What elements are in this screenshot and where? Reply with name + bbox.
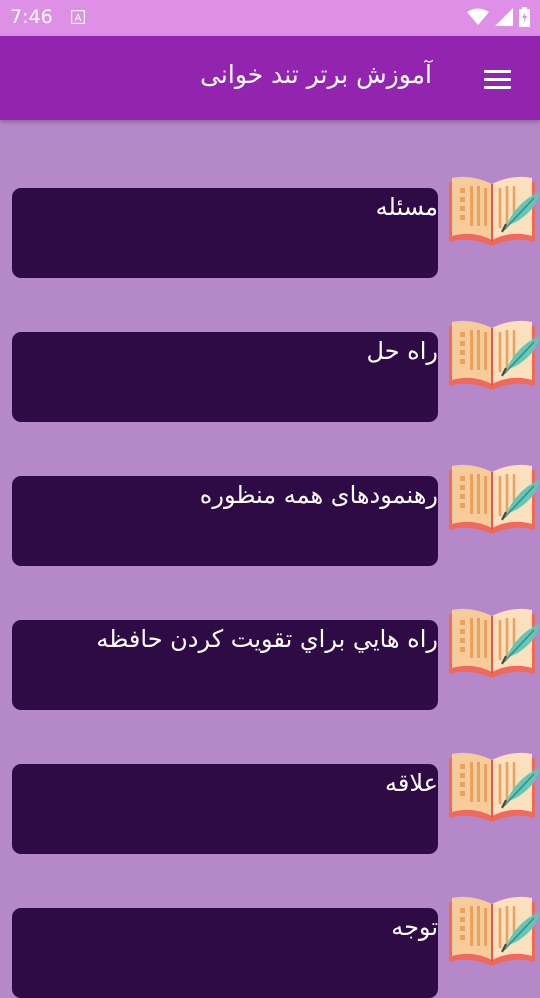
signal-icon bbox=[495, 8, 513, 26]
list-item[interactable]: علاقه bbox=[0, 754, 540, 854]
accessibility-notification-icon: A bbox=[71, 10, 85, 24]
page-title: آموزش برتر تند خوانی bbox=[200, 60, 432, 89]
list-item-card[interactable]: توجه bbox=[12, 908, 438, 998]
list-item-card[interactable]: علاقه bbox=[12, 764, 438, 854]
open-book-quill-icon bbox=[446, 314, 540, 398]
open-book-quill-icon bbox=[446, 602, 540, 686]
status-icons bbox=[467, 6, 530, 28]
list-item-card[interactable]: مسئله bbox=[12, 188, 438, 278]
list-item-label: توجه bbox=[391, 913, 438, 941]
status-bar: 7:46 A bbox=[0, 0, 540, 36]
open-book-quill-icon bbox=[446, 170, 540, 254]
hamburger-menu-icon[interactable] bbox=[478, 60, 518, 96]
open-book-quill-icon bbox=[446, 746, 540, 830]
list-item-label: راه حل bbox=[366, 337, 438, 365]
list-item[interactable]: راه هايي براي تقويت كردن حافظه bbox=[0, 610, 540, 710]
battery-icon bbox=[519, 7, 530, 27]
list-item[interactable]: راه حل bbox=[0, 322, 540, 422]
open-book-quill-icon bbox=[446, 458, 540, 542]
svg-text:A: A bbox=[75, 13, 82, 24]
list-item-label: علاقه bbox=[385, 769, 438, 797]
list-item[interactable]: رهنمودهای همه منظوره bbox=[0, 466, 540, 566]
list-item-card[interactable]: راه هايي براي تقويت كردن حافظه bbox=[12, 620, 438, 710]
list-item-card[interactable]: راه حل bbox=[12, 332, 438, 422]
open-book-quill-icon bbox=[446, 890, 540, 974]
list-item-card[interactable]: رهنمودهای همه منظوره bbox=[12, 476, 438, 566]
list-item-label: راه هايي براي تقويت كردن حافظه bbox=[96, 625, 438, 653]
list-item-label: رهنمودهای همه منظوره bbox=[199, 481, 438, 509]
list-item[interactable]: مسئله bbox=[0, 178, 540, 278]
wifi-icon bbox=[467, 8, 489, 25]
app-bar: آموزش برتر تند خوانی bbox=[0, 36, 540, 120]
list-item[interactable]: توجه bbox=[0, 898, 540, 998]
list-item-label: مسئله bbox=[375, 193, 438, 221]
status-time: 7:46 bbox=[10, 6, 53, 28]
